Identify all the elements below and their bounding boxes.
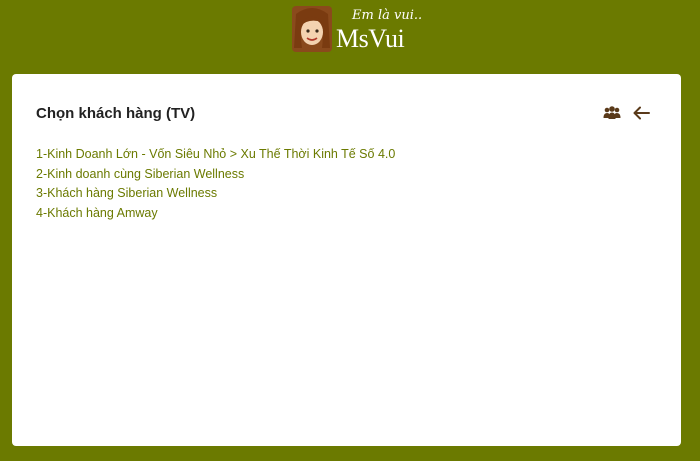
arrow-left-icon: [633, 106, 650, 120]
page-title: Chọn khách hàng (TV): [36, 105, 196, 122]
list-item: 4-Khách hàng Amway: [36, 203, 395, 223]
logo[interactable]: Em là vui.. MsVui: [290, 4, 422, 54]
customer-link-4[interactable]: 4-Khách hàng Amway: [36, 206, 158, 220]
list-item: 1-Kinh Doanh Lớn - Vốn Siêu Nhỏ > Xu Thế…: [36, 144, 395, 164]
header: Em là vui.. MsVui: [0, 0, 700, 72]
customer-link-1[interactable]: 1-Kinh Doanh Lớn - Vốn Siêu Nhỏ > Xu Thế…: [36, 147, 395, 161]
customer-link-2[interactable]: 2-Kinh doanh cùng Siberian Wellness: [36, 167, 244, 181]
customer-list: 1-Kinh Doanh Lớn - Vốn Siêu Nhỏ > Xu Thế…: [36, 144, 395, 222]
logo-face-icon: [292, 6, 332, 52]
back-button[interactable]: [631, 102, 653, 124]
logo-name: MsVui: [336, 24, 405, 53]
customer-link-3[interactable]: 3-Khách hàng Siberian Wellness: [36, 186, 217, 200]
list-item: 3-Khách hàng Siberian Wellness: [36, 183, 395, 203]
list-item: 2-Kinh doanh cùng Siberian Wellness: [36, 164, 395, 184]
customer-select-card: Chọn khách hàng (TV) 1-Kinh Doanh Lớn - …: [12, 74, 681, 446]
logo-tagline: Em là vui..: [352, 8, 423, 23]
group-icon[interactable]: [601, 102, 623, 124]
